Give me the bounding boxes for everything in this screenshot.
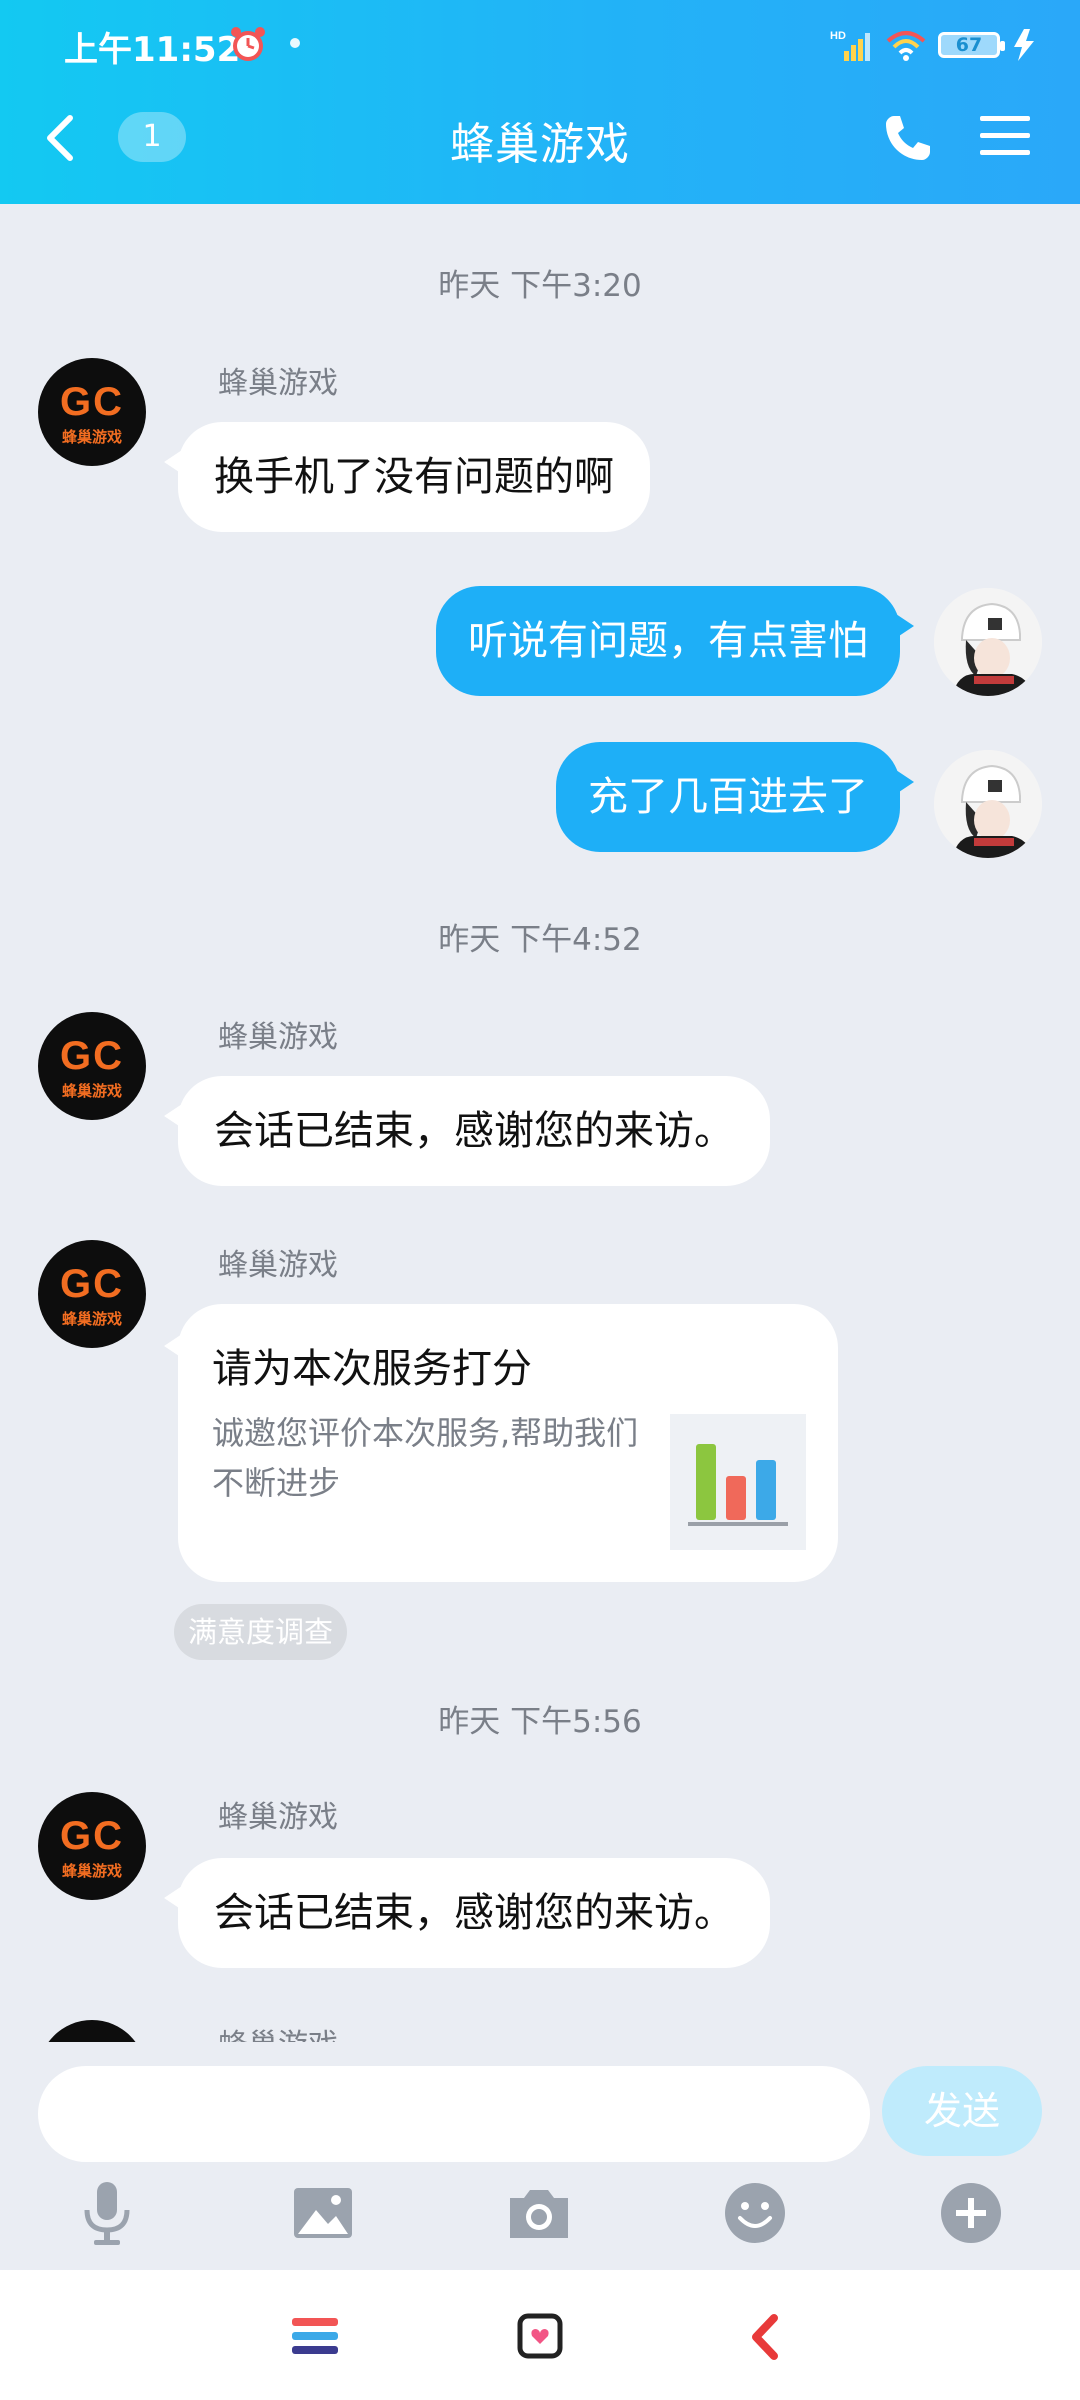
incoming-message-bubble[interactable]: 会话已结束，感谢您的来访。 [164, 1858, 770, 1968]
recent-apps-icon[interactable] [286, 2312, 346, 2362]
home-icon[interactable] [510, 2312, 570, 2362]
survey-card[interactable]: 请为本次服务打分 诚邀您评价本次服务,帮助我们不断进步 [164, 1304, 838, 1582]
avatar-logo-subtext: 蜂巢游戏 [61, 428, 122, 446]
image-icon[interactable] [288, 2178, 358, 2248]
wifi-icon [886, 31, 926, 61]
chat-header: 上午11:52 HD 67 1 蜂巢游戏 [0, 0, 1080, 204]
avatar-logo-text: GC [60, 380, 124, 424]
avatar-logo-text: GC [60, 1814, 124, 1858]
mic-icon[interactable] [72, 2178, 142, 2248]
user-avatar-image [934, 750, 1042, 858]
incoming-message-bubble[interactable]: 会话已结束，感谢您的来访。 [164, 1076, 770, 1186]
survey-card-description: 诚邀您评价本次服务,帮助我们不断进步 [212, 1414, 639, 1502]
contact-avatar[interactable]: GC 蜂巢游戏 [38, 1792, 146, 1900]
contact-avatar[interactable] [38, 2020, 146, 2042]
menu-button[interactable] [978, 112, 1032, 164]
emoji-icon[interactable] [720, 2178, 790, 2248]
status-time: 上午11:52 [64, 30, 241, 70]
send-button[interactable]: 发送 [882, 2066, 1042, 2156]
alarm-icon [228, 24, 268, 68]
user-avatar[interactable] [934, 588, 1042, 696]
timestamp-divider: 昨天 下午3:20 [438, 268, 642, 304]
user-avatar-image [934, 588, 1042, 696]
survey-card-title: 请为本次服务打分 [212, 1346, 532, 1392]
sender-name: 蜂巢游戏 [218, 1020, 338, 1055]
timestamp-divider: 昨天 下午4:52 [438, 922, 642, 958]
outgoing-message-bubble[interactable]: 听说有问题，有点害怕 [436, 586, 914, 696]
back-nav-icon[interactable] [736, 2312, 796, 2362]
composer-bar: 发送 [0, 2042, 1080, 2270]
network-label: HD [830, 30, 846, 42]
message-list[interactable]: 昨天 下午3:20 GC 蜂巢游戏 蜂巢游戏 换手机了没有问题的啊 听说有问题，… [0, 204, 1080, 2042]
charging-icon [1014, 29, 1034, 61]
contact-avatar[interactable]: GC 蜂巢游戏 [38, 1240, 146, 1348]
timestamp-divider: 昨天 下午5:56 [438, 1704, 642, 1740]
outgoing-message-bubble[interactable]: 充了几百进去了 [556, 742, 914, 852]
bar-chart-icon [670, 1414, 806, 1550]
hamburger-menu-icon [980, 116, 1030, 155]
incoming-message-bubble[interactable]: 换手机了没有问题的啊 [164, 422, 650, 532]
avatar-logo-text: GC [60, 1034, 124, 1078]
battery-indicator: 67 [938, 32, 1005, 58]
phone-icon [886, 116, 930, 160]
avatar-logo-subtext: 蜂巢游戏 [61, 1310, 122, 1328]
satisfaction-survey-tag[interactable]: 满意度调查 [174, 1604, 348, 1660]
contact-avatar[interactable]: GC 蜂巢游戏 [38, 1012, 146, 1120]
signal-icon: HD [830, 30, 870, 61]
avatar-logo-subtext: 蜂巢游戏 [61, 1862, 122, 1880]
status-indicators: HD 67 [830, 20, 1040, 70]
sender-name: 蜂巢游戏 [218, 366, 338, 401]
plus-icon[interactable] [936, 2178, 1006, 2248]
sender-name: 蜂巢游戏 [218, 2020, 338, 2042]
avatar-logo-subtext: 蜂巢游戏 [61, 1082, 122, 1100]
user-avatar[interactable] [934, 750, 1042, 858]
camera-icon[interactable] [504, 2178, 574, 2248]
sender-name: 蜂巢游戏 [218, 1800, 338, 1835]
sender-name: 蜂巢游戏 [218, 1248, 338, 1283]
notification-dot-icon [290, 38, 300, 48]
message-input[interactable] [38, 2066, 870, 2162]
system-navigation-bar [0, 2270, 1080, 2400]
call-button[interactable] [880, 110, 936, 170]
avatar-logo-text: GC [60, 1262, 124, 1306]
contact-avatar[interactable]: GC 蜂巢游戏 [38, 358, 146, 466]
